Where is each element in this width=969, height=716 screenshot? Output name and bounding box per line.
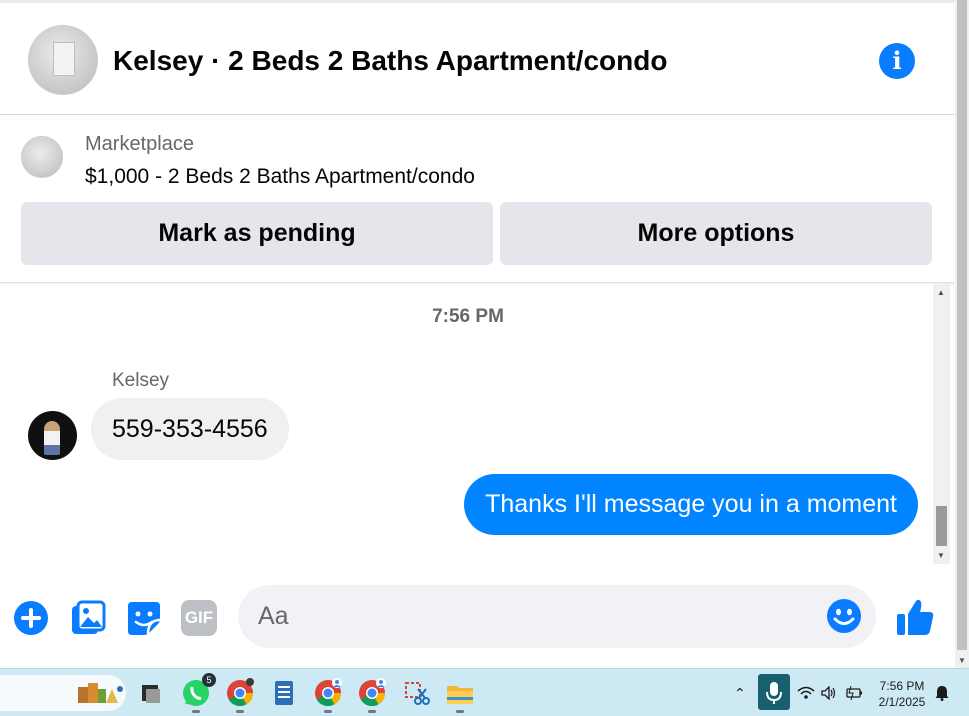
- photo-icon[interactable]: [70, 600, 106, 636]
- mark-as-pending-button[interactable]: Mark as pending: [21, 202, 493, 265]
- scroll-up-arrow-icon[interactable]: ▲: [936, 288, 946, 297]
- search-highlight-icon: [78, 683, 123, 703]
- listing-name[interactable]: $1,000 - 2 Beds 2 Baths Apartment/condo: [85, 165, 475, 189]
- volume-icon[interactable]: [821, 686, 837, 700]
- scrollbar-thumb[interactable]: [936, 506, 947, 546]
- gif-icon[interactable]: GIF: [181, 600, 217, 636]
- scroll-down-arrow-icon[interactable]: ▼: [936, 551, 946, 560]
- message-composer: GIF: [0, 570, 955, 660]
- conversation-title: Kelsey · 2 Beds 2 Baths Apartment/condo: [113, 45, 668, 76]
- chrome-profile-icon[interactable]: [356, 677, 388, 713]
- more-options-button[interactable]: More options: [500, 202, 932, 265]
- listing-thumbnail[interactable]: [21, 136, 63, 178]
- incoming-message-bubble[interactable]: 559-353-4556: [91, 398, 289, 460]
- message-input-container: [238, 585, 876, 648]
- sender-name: Kelsey: [112, 370, 170, 391]
- notepad-icon[interactable]: [268, 677, 300, 709]
- chat-header: Kelsey · 2 Beds 2 Baths Apartment/condo …: [0, 0, 955, 115]
- thumbs-up-icon[interactable]: [895, 597, 935, 637]
- snipping-tool-icon[interactable]: [400, 677, 432, 709]
- message-timestamp: 7:56 PM: [432, 306, 504, 327]
- app-icon[interactable]: [134, 677, 166, 709]
- message-input[interactable]: [258, 585, 818, 648]
- outgoing-message-bubble[interactable]: Thanks I'll message you in a moment: [464, 474, 918, 535]
- scroll-down-arrow-icon[interactable]: ▼: [957, 656, 967, 666]
- chrome-profile-icon[interactable]: [312, 677, 344, 713]
- notification-bell-icon[interactable]: [935, 685, 949, 701]
- emoji-icon[interactable]: [826, 598, 862, 634]
- whatsapp-icon[interactable]: 5: [180, 673, 216, 713]
- chrome-icon[interactable]: [224, 677, 256, 713]
- message-thread: 7:56 PM Kelsey 559-353-4556 Thanks I'll …: [0, 284, 936, 564]
- conversation-avatar[interactable]: [28, 25, 98, 95]
- info-icon[interactable]: i: [879, 43, 915, 79]
- sticker-icon[interactable]: [126, 600, 162, 636]
- microphone-icon[interactable]: [758, 674, 790, 710]
- file-explorer-icon[interactable]: [444, 677, 476, 713]
- page-scrollbar-thumb[interactable]: [957, 0, 967, 650]
- taskbar-search[interactable]: [0, 675, 126, 711]
- gif-label: GIF: [184, 608, 214, 627]
- sender-avatar[interactable]: [28, 411, 77, 460]
- clock-time: 7:56 PM: [879, 679, 925, 693]
- windows-taskbar: 5 ⌃ 7:56 PM 2/1/2025: [0, 668, 969, 716]
- clock-date: 2/1/2025: [878, 695, 926, 709]
- listing-source: Marketplace: [85, 133, 194, 155]
- page-scrollbar[interactable]: ▼: [955, 0, 969, 668]
- battery-icon[interactable]: [845, 686, 863, 700]
- messenger-window: Kelsey · 2 Beds 2 Baths Apartment/condo …: [0, 0, 955, 668]
- notification-badge: 5: [202, 673, 216, 687]
- thread-scrollbar[interactable]: ▲ ▼: [933, 284, 950, 564]
- system-clock[interactable]: 7:56 PM 2/1/2025: [870, 678, 934, 710]
- plus-icon[interactable]: [13, 600, 49, 636]
- marketplace-listing-card: Marketplace $1,000 - 2 Beds 2 Baths Apar…: [0, 115, 955, 283]
- wifi-icon[interactable]: [797, 686, 815, 700]
- chevron-up-icon[interactable]: ⌃: [734, 685, 746, 702]
